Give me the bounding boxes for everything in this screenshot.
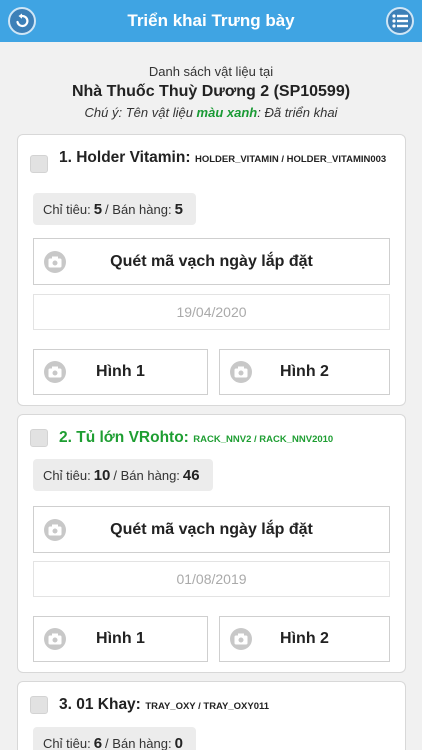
material-title: 2. Tủ lớn VRohto: RACK_NNV2 / RACK_NNV20… (59, 429, 395, 448)
material-card: 3. 01 Khay: TRAY_OXY / TRAY_OXY011 Chỉ t… (17, 681, 406, 750)
quota-separator: / (113, 467, 118, 483)
material-name: 1. Holder Vitamin: (59, 149, 191, 166)
photo1-button[interactable]: Hình 1 (33, 616, 208, 662)
material-codes: TRAY_OXY / TRAY_OXY011 (145, 701, 270, 712)
legend-note: Chú ý: Tên vật liệu màu xanh: Đã triển k… (0, 105, 422, 120)
camera-icon (44, 518, 66, 541)
target-value: 6 (93, 734, 103, 750)
app-header: Triển khai Trưng bày (0, 0, 422, 42)
material-codes: HOLDER_VITAMIN / HOLDER_VITAMIN003 (194, 154, 387, 165)
back-arrow-icon (16, 13, 29, 28)
quota-badge: Chỉ tiêu: 5 / Bán hàng: 5 (33, 193, 196, 225)
photo2-label: Hình 2 (280, 363, 329, 380)
camera-icon (44, 628, 66, 650)
quota-badge: Chỉ tiêu: 6 / Bán hàng: 0 (33, 727, 196, 750)
camera-icon (230, 361, 252, 383)
target-label: Chỉ tiêu: (43, 735, 91, 750)
target-value: 10 (93, 466, 111, 484)
photo2-label: Hình 2 (280, 630, 329, 647)
sales-label: Bán hàng: (112, 735, 172, 750)
camera-icon (44, 250, 66, 273)
install-date-field[interactable]: 01/08/2019 (33, 561, 390, 597)
list-caption: Danh sách vật liệu tại (148, 64, 274, 79)
quota-separator: / (105, 735, 109, 750)
material-codes: RACK_NNV2 / RACK_NNV2010 (193, 434, 334, 445)
photo2-button[interactable]: Hình 2 (219, 349, 390, 395)
scan-label: Quét mã vạch ngày lắp đặt (110, 252, 313, 270)
sales-value: 0 (174, 734, 183, 750)
target-label: Chỉ tiêu: (43, 467, 91, 483)
photo2-button[interactable]: Hình 2 (219, 616, 390, 662)
material-name: 2. Tủ lớn VRohto: (59, 429, 189, 446)
sales-label: Bán hàng: (120, 467, 180, 483)
sales-value: 46 (182, 466, 200, 484)
install-date-value: 19/04/2020 (176, 304, 247, 320)
note-prefix: Chú ý: Tên vật liệu (84, 105, 197, 120)
install-date-value: 01/08/2019 (176, 571, 247, 587)
sales-value: 5 (174, 200, 183, 218)
deploy-checkbox[interactable] (30, 696, 48, 714)
quota-separator: / (105, 201, 109, 217)
scan-barcode-button[interactable]: Quét mã vạch ngày lắp đặt (33, 238, 390, 285)
material-title: 3. 01 Khay: TRAY_OXY / TRAY_OXY011 (59, 696, 395, 715)
photo1-label: Hình 1 (96, 363, 145, 380)
photo1-button[interactable]: Hình 1 (33, 349, 208, 395)
target-label: Chỉ tiêu: (43, 201, 91, 217)
deploy-checkbox[interactable] (30, 155, 48, 173)
quota-badge: Chỉ tiêu: 10 / Bán hàng: 46 (33, 459, 213, 491)
scan-label: Quét mã vạch ngày lắp đặt (110, 520, 313, 538)
store-name: Nhà Thuốc Thuỳ Dương 2 (SP10599) (71, 83, 351, 100)
back-button[interactable] (8, 7, 36, 35)
material-name: 3. 01 Khay: (59, 696, 141, 713)
note-suffix: : Đã triển khai (257, 105, 338, 120)
material-title: 1. Holder Vitamin: HOLDER_VITAMIN / HOLD… (59, 149, 395, 168)
intro-section: Danh sách vật liệu tại Nhà Thuốc Thuỳ Dư… (0, 64, 422, 120)
install-date-field[interactable]: 19/04/2020 (33, 294, 390, 330)
menu-button[interactable] (386, 7, 414, 35)
target-value: 5 (93, 200, 103, 218)
deploy-checkbox[interactable] (30, 429, 48, 447)
list-menu-icon (392, 14, 408, 28)
material-card: 1. Holder Vitamin: HOLDER_VITAMIN / HOLD… (17, 134, 406, 406)
material-card: 2. Tủ lớn VRohto: RACK_NNV2 / RACK_NNV20… (17, 414, 406, 673)
photo1-label: Hình 1 (96, 630, 145, 647)
sales-label: Bán hàng: (112, 201, 172, 217)
scan-barcode-button[interactable]: Quét mã vạch ngày lắp đặt (33, 506, 390, 553)
camera-icon (44, 361, 66, 383)
page-title: Triển khai Trưng bày (127, 11, 295, 30)
camera-icon (230, 628, 252, 650)
note-green-text: màu xanh (196, 105, 258, 120)
